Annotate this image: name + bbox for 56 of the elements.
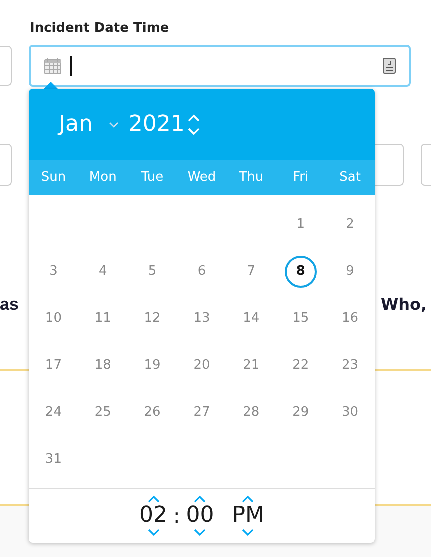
document-icon[interactable] — [383, 58, 396, 74]
day-cell[interactable]: 24 — [38, 396, 70, 428]
up-down-arrows-icon[interactable] — [186, 112, 201, 136]
input-field[interactable] — [0, 144, 12, 186]
day-cell[interactable]: 30 — [334, 396, 366, 428]
day-cell[interactable]: 23 — [334, 350, 366, 382]
day-cell[interactable]: 4 — [87, 256, 120, 288]
weekday-label: Sat — [338, 168, 362, 187]
weekday-label: Sun — [40, 168, 68, 187]
day-cell[interactable]: 29 — [284, 396, 317, 428]
day-cell[interactable]: 19 — [136, 350, 169, 382]
day-cell[interactable]: 28 — [235, 396, 268, 428]
weekday-label: Thu — [238, 168, 265, 187]
input-field[interactable] — [421, 144, 431, 186]
day-cell[interactable]: 26 — [136, 396, 169, 428]
question-text: as — [0, 294, 19, 316]
date-input-field[interactable] — [29, 45, 411, 87]
day-cell[interactable]: 22 — [284, 350, 317, 382]
day-cell[interactable]: 25 — [87, 396, 120, 428]
day-cell[interactable]: 10 — [38, 302, 70, 334]
day-cell[interactable]: 11 — [87, 302, 120, 334]
day-cell[interactable]: 6 — [186, 256, 218, 288]
weekday-label: Mon — [88, 168, 118, 187]
weekday-label: Tue — [140, 168, 165, 187]
day-cell[interactable]: 31 — [38, 444, 70, 476]
day-cell[interactable]: 8 — [284, 256, 317, 288]
day-cell[interactable]: 21 — [235, 350, 268, 382]
day-cell[interactable]: 5 — [136, 256, 169, 288]
chevron-down-icon — [108, 122, 119, 128]
day-cell[interactable]: 27 — [186, 396, 218, 428]
day-cell[interactable]: 12 — [136, 302, 169, 334]
weekday-label: Fri — [292, 168, 310, 187]
year-field[interactable]: 2021 — [128, 108, 185, 141]
field-label: Incident Date Time — [30, 21, 170, 36]
day-cell[interactable]: 16 — [334, 302, 366, 334]
day-cell[interactable]: 2 — [334, 208, 366, 240]
time-separator: : — [174, 503, 180, 530]
time-value[interactable]: 02 — [140, 503, 168, 529]
day-cell[interactable]: 3 — [38, 256, 70, 288]
time-value[interactable]: 00 — [186, 503, 214, 529]
day-cell[interactable]: 7 — [235, 256, 268, 288]
day-cell[interactable]: 15 — [284, 302, 317, 334]
day-cell[interactable]: 13 — [186, 302, 218, 334]
time-value[interactable]: PM — [232, 503, 264, 529]
day-cell[interactable]: 17 — [38, 350, 70, 382]
text-cursor — [70, 56, 72, 76]
day-cell[interactable]: 20 — [186, 350, 218, 382]
day-cell[interactable]: 18 — [87, 350, 120, 382]
day-cell[interactable]: 14 — [235, 302, 268, 334]
calendar-icon[interactable] — [44, 57, 62, 75]
day-cell[interactable]: 1 — [284, 208, 317, 240]
day-cell[interactable]: 9 — [334, 256, 366, 288]
question-text: Who, — [381, 294, 428, 316]
weekday-label: Wed — [186, 168, 218, 187]
month-dropdown[interactable]: Jan — [59, 108, 119, 141]
input-field[interactable] — [0, 46, 12, 86]
